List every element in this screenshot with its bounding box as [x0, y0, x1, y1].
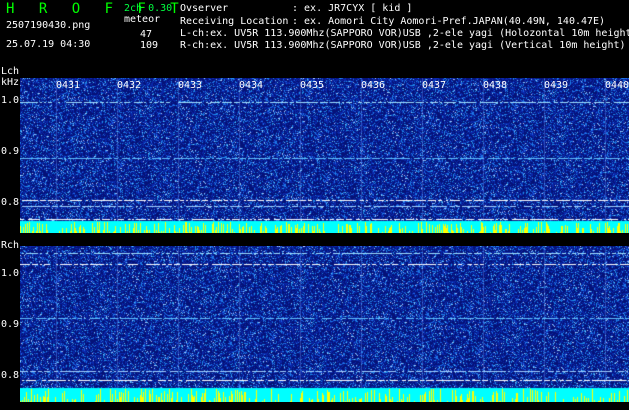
datetime-label: 25.07.19 04:30 — [6, 39, 91, 50]
minute-marker-0440: 0440 — [605, 80, 629, 91]
rch-tick-0-9: 0.9 — [1, 319, 20, 330]
minute-marker-0432: 0432 — [117, 80, 142, 91]
lch-label: Lch — [1, 66, 20, 77]
observer-value: : ex. JR7CYX [ kid ] — [292, 3, 413, 14]
lch-tick-0-9: 0.9 — [1, 146, 20, 157]
filename-label: 2507190430.png — [6, 20, 91, 31]
lch-spectrogram — [20, 78, 629, 233]
rch-tick-0-8: 0.8 — [1, 370, 20, 381]
rch-label: Rch — [1, 240, 20, 251]
mode-label: meteor — [124, 14, 161, 25]
observer-label: Ovserver — [180, 3, 229, 14]
minute-marker-0438: 0438 — [483, 80, 508, 91]
rch-info: R-ch:ex. UV5R 113.900Mhz(SAPPORO VOR)USB… — [180, 40, 626, 51]
minute-marker-0435: 0435 — [300, 80, 325, 91]
location-label: Receiving Location — [180, 16, 289, 27]
count-rch: 109 — [140, 40, 159, 51]
location-value: : ex. Aomori City Aomori-Pref.JAPAN(40.4… — [292, 16, 606, 27]
lch-unit: kHz — [1, 77, 20, 88]
minute-marker-0433: 0433 — [178, 80, 203, 91]
lch-info: L-ch:ex. UV5R 113.900Mhz(SAPPORO VOR)USB… — [180, 28, 629, 39]
minute-marker-0434: 0434 — [239, 80, 264, 91]
rch-spectrogram — [20, 246, 629, 402]
minute-marker-0431: 0431 — [56, 80, 81, 91]
minute-marker-0436: 0436 — [361, 80, 386, 91]
lch-tick-0-8: 0.8 — [1, 197, 20, 208]
lch-tick-1-0: 1.0 — [1, 95, 20, 106]
minute-marker-0437: 0437 — [422, 80, 447, 91]
minute-marker-0439: 0439 — [544, 80, 569, 91]
rch-tick-1-0: 1.0 — [1, 268, 20, 279]
